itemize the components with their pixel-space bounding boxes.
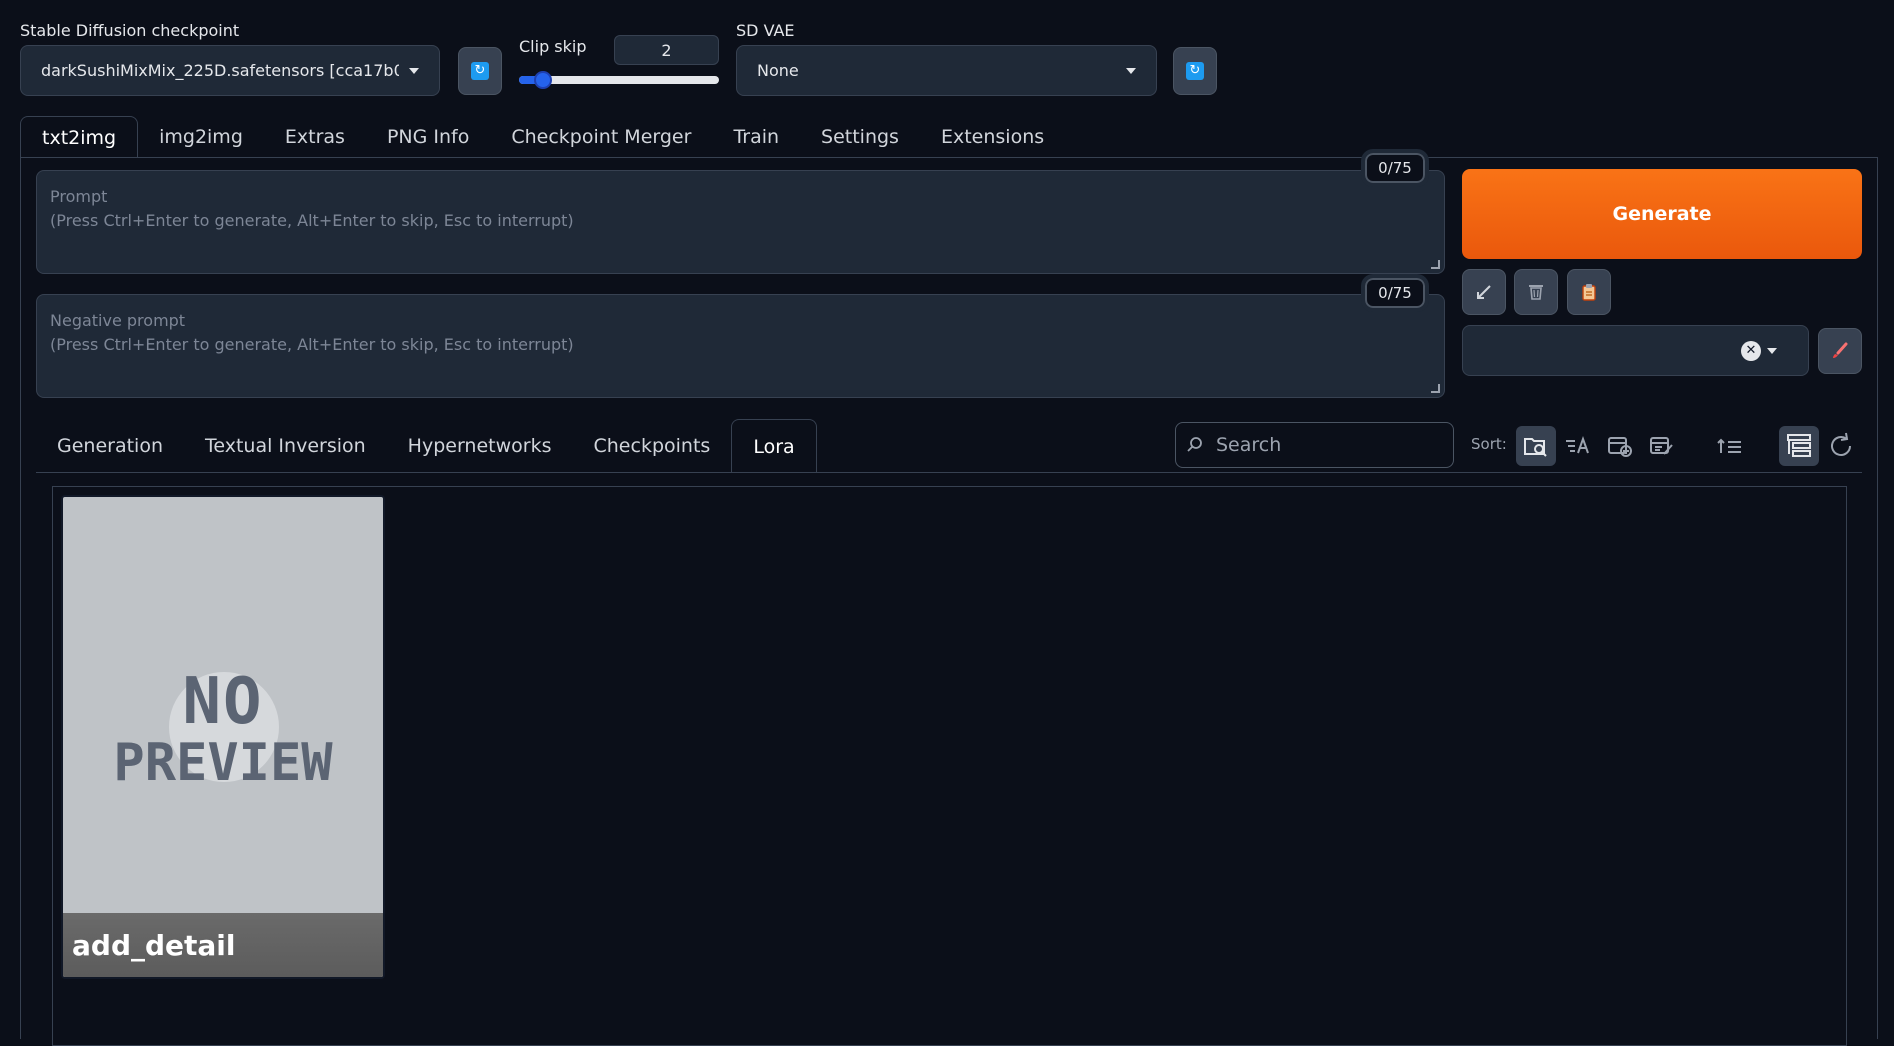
chevron-down-icon: [409, 67, 419, 74]
refresh-vae-button[interactable]: ↻: [1173, 47, 1217, 95]
panel-right-border: [1877, 157, 1878, 1039]
paintbrush-icon: [1833, 342, 1848, 358]
clip-skip-label: Clip skip: [519, 37, 587, 56]
sort-label: Sort:: [1471, 435, 1507, 453]
extra-networks-tab-generation[interactable]: Generation: [36, 419, 184, 473]
main-tabs: txt2img img2img Extras PNG Info Checkpoint M…: [20, 116, 1065, 158]
tabs-divider: [20, 157, 1878, 158]
search-icon: [1187, 437, 1202, 452]
tree-view-button[interactable]: [1779, 426, 1819, 466]
checkpoint-label: Stable Diffusion checkpoint: [20, 21, 240, 40]
extra-networks-tab-lora[interactable]: Lora: [731, 419, 817, 473]
tab-extensions[interactable]: Extensions: [920, 116, 1065, 158]
lora-card-name: add_detail: [63, 913, 383, 977]
sort-order-button[interactable]: [1710, 426, 1750, 466]
chevron-down-icon: [1767, 348, 1777, 354]
calendar-edit-icon: [1650, 437, 1673, 455]
folder-search-icon: [1524, 438, 1547, 457]
preview-text-preview: PREVIEW: [113, 733, 333, 793]
tab-img2img[interactable]: img2img: [138, 116, 264, 158]
sort-by-path-button[interactable]: [1516, 426, 1556, 466]
extra-networks-tabs: Generation Textual Inversion Hypernetworks…: [36, 419, 817, 473]
vae-dropdown[interactable]: None: [736, 45, 1157, 96]
refresh-checkpoint-button[interactable]: ↻: [458, 47, 502, 95]
refresh-icon: [1831, 432, 1851, 456]
extra-networks-divider: [36, 472, 1862, 473]
tab-settings[interactable]: Settings: [800, 116, 920, 158]
sort-by-date-created-button[interactable]: [1600, 426, 1640, 466]
refresh-icon: ↻: [1186, 62, 1204, 80]
sort-by-date-modified-button[interactable]: [1642, 426, 1682, 466]
sort-alpha-icon: [1566, 436, 1589, 454]
close-icon[interactable]: ✕: [1741, 341, 1761, 361]
prompt-textarea[interactable]: Prompt (Press Ctrl+Enter to generate, Al…: [36, 170, 1445, 274]
negative-prompt-placeholder: Negative prompt (Press Ctrl+Enter to gen…: [50, 311, 574, 354]
lora-card[interactable]: NO PREVIEW add_detail: [63, 497, 383, 977]
styles-dropdown[interactable]: ✕: [1462, 325, 1809, 376]
chevron-down-icon: [1126, 67, 1136, 74]
vae-value: None: [757, 61, 799, 80]
clipboard-icon: [1582, 284, 1596, 301]
negative-prompt-textarea[interactable]: Negative prompt (Press Ctrl+Enter to gen…: [36, 294, 1445, 398]
apply-styles-button[interactable]: [1567, 269, 1611, 315]
clear-prompt-button[interactable]: [1514, 269, 1558, 315]
checkpoint-value: darkSushiMixMix_225D.safetensors [cca17b…: [41, 61, 399, 80]
extra-networks-tab-textual-inversion[interactable]: Textual Inversion: [184, 419, 387, 473]
tab-train[interactable]: Train: [712, 116, 800, 158]
tab-checkpoint-merger[interactable]: Checkpoint Merger: [490, 116, 712, 158]
vae-label: SD VAE: [736, 21, 795, 40]
panel-left-border: [20, 157, 21, 1039]
prompt-token-counter: 0/75: [1361, 149, 1429, 187]
tab-txt2img[interactable]: txt2img: [20, 116, 139, 158]
preview-text-no: NO: [182, 665, 264, 739]
sort-ascending-icon: [1717, 438, 1741, 453]
negative-prompt-token-counter: 0/75: [1361, 274, 1429, 312]
resize-handle-icon[interactable]: [1431, 260, 1440, 269]
tab-extras[interactable]: Extras: [264, 116, 366, 158]
resize-handle-icon[interactable]: [1431, 384, 1440, 393]
arrow-icon: [1477, 285, 1491, 299]
generate-button[interactable]: Generate: [1462, 169, 1862, 259]
refresh-extra-networks-button[interactable]: [1821, 426, 1861, 466]
prompt-placeholder: Prompt (Press Ctrl+Enter to generate, Al…: [50, 187, 574, 230]
calendar-add-icon: [1608, 437, 1632, 457]
trash-icon: [1529, 285, 1543, 300]
tab-png-info[interactable]: PNG Info: [366, 116, 490, 158]
clip-skip-slider-thumb[interactable]: [534, 71, 552, 89]
extra-networks-tab-hypernetworks[interactable]: Hypernetworks: [387, 419, 573, 473]
tree-view-icon: [1787, 434, 1811, 457]
sort-by-name-button[interactable]: [1558, 426, 1598, 466]
read-params-button[interactable]: [1462, 269, 1506, 315]
extra-networks-tab-checkpoints[interactable]: Checkpoints: [573, 419, 732, 473]
extra-networks-search[interactable]: [1175, 422, 1454, 468]
clip-skip-slider[interactable]: [519, 71, 719, 89]
checkpoint-dropdown[interactable]: darkSushiMixMix_225D.safetensors [cca17b…: [20, 45, 440, 96]
clip-skip-number-input[interactable]: 2: [614, 35, 719, 65]
search-input[interactable]: [1214, 433, 1434, 457]
refresh-icon: ↻: [471, 62, 489, 80]
edit-styles-button[interactable]: [1818, 328, 1862, 374]
